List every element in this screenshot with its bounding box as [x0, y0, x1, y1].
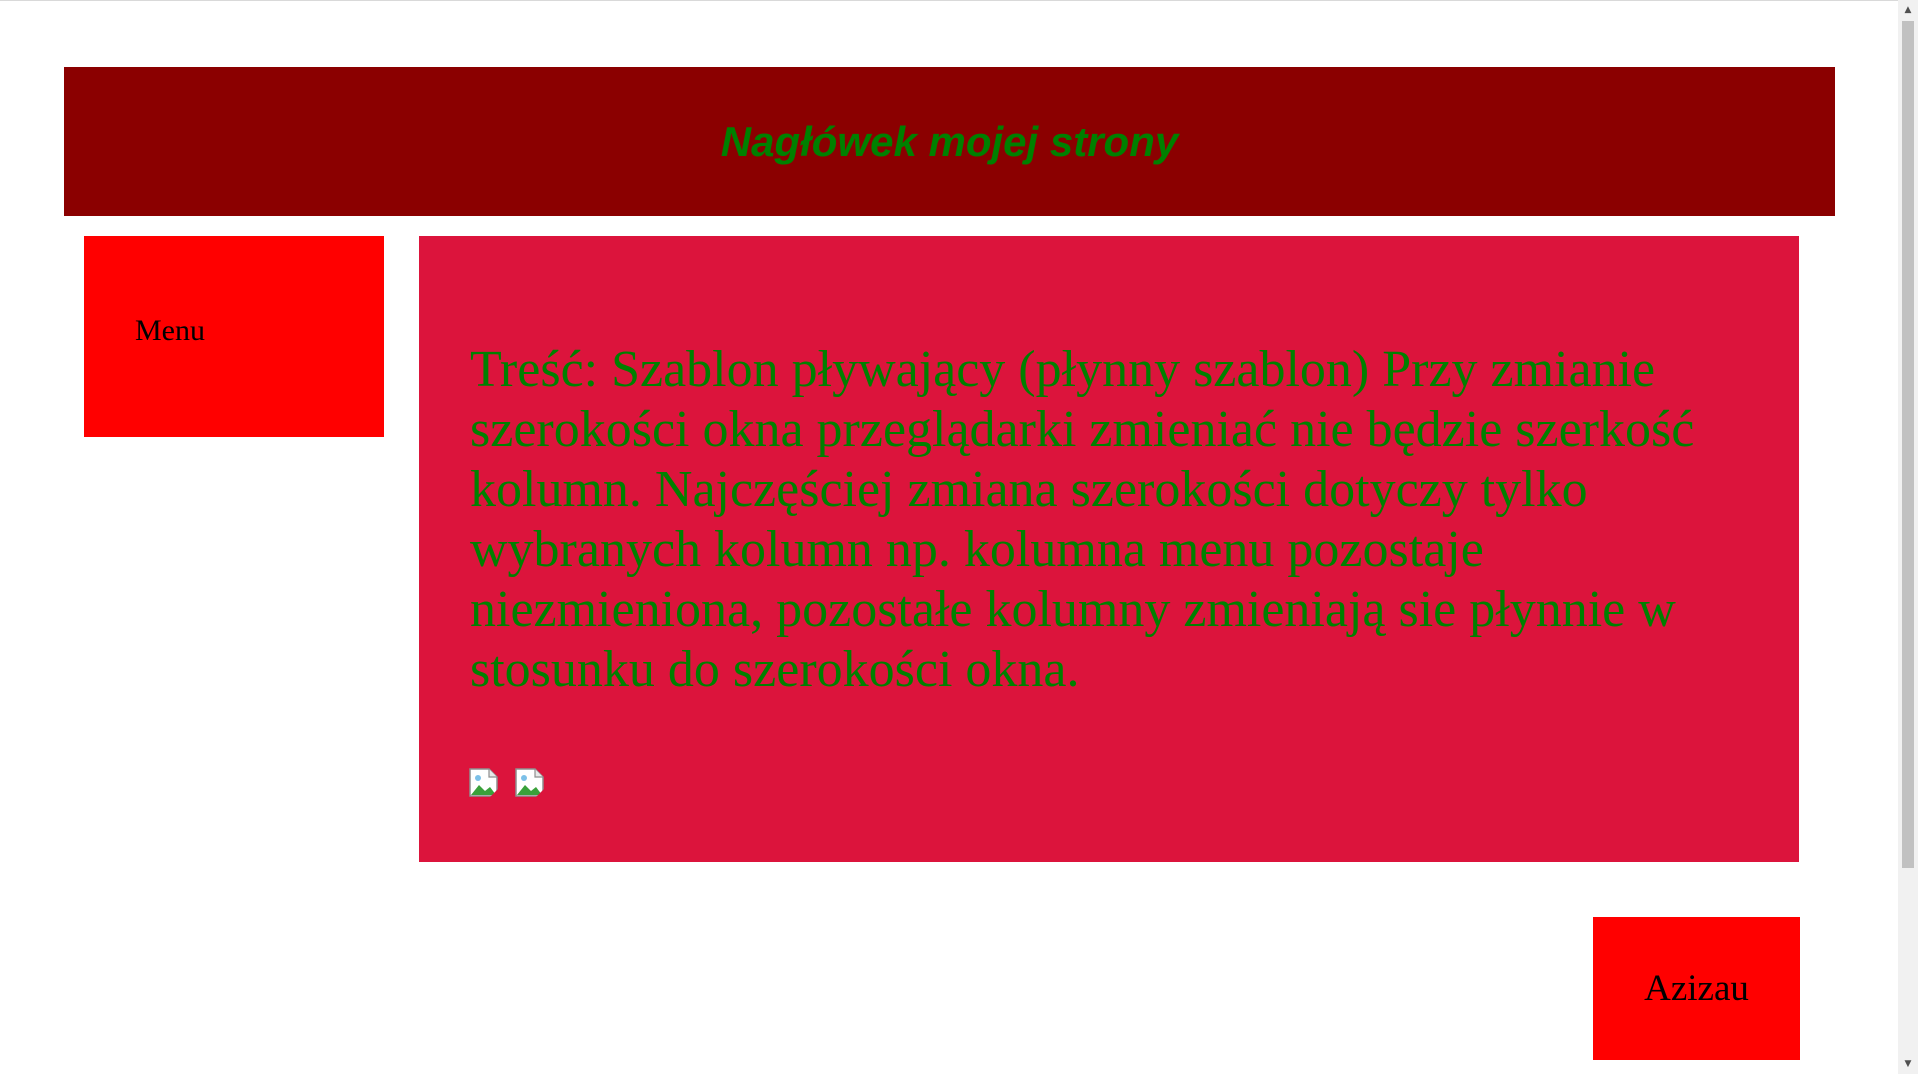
broken-image-icon: [469, 768, 501, 800]
footer-label: Azizau: [1644, 968, 1749, 1009]
page-title: Nagłówek mojej strony: [720, 117, 1179, 165]
content-text: Treść: Szablon pływający (płynny szablon…: [470, 341, 1695, 698]
menu-column: Menu: [84, 236, 384, 437]
menu-label: Menu: [135, 314, 205, 347]
content-column: Treść: Szablon pływający (płynny szablon…: [419, 236, 1799, 862]
window-top-border: [0, 0, 1898, 1]
scroll-down-arrow-icon[interactable]: ▼: [1898, 1056, 1918, 1072]
image-row: [469, 768, 547, 800]
vertical-scrollbar[interactable]: ▲ ▼: [1898, 0, 1918, 1074]
footer-box: Azizau: [1593, 917, 1800, 1060]
scroll-up-arrow-icon[interactable]: ▲: [1898, 2, 1918, 18]
page-header: Nagłówek mojej strony: [64, 67, 1835, 216]
scrollbar-thumb[interactable]: [1902, 21, 1914, 868]
broken-image-icon: [515, 768, 547, 800]
